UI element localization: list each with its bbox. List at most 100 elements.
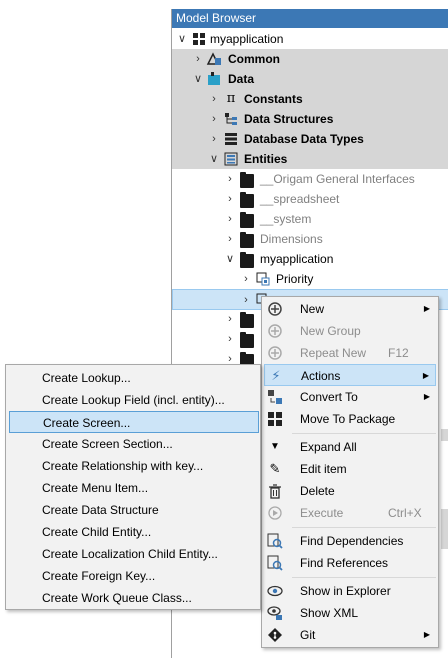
find-references-icon (267, 555, 283, 571)
chevron-right-icon[interactable]: › (224, 189, 236, 209)
menu-item-execute[interactable]: Execute Ctrl+X (264, 502, 436, 524)
chevron-right-icon[interactable]: › (224, 169, 236, 189)
tree-node-label: Constants (244, 92, 303, 106)
entity-icon (256, 272, 270, 286)
tree-node-root[interactable]: ∨ myapplication (172, 29, 448, 49)
submenu-arrow-icon: ▶ (423, 392, 430, 401)
chevron-down-icon[interactable]: ∨ (192, 69, 204, 89)
data-icon (206, 72, 220, 86)
folder-icon (240, 192, 254, 208)
chevron-right-icon[interactable]: › (208, 129, 220, 149)
menu-item-find-references[interactable]: Find References (264, 552, 436, 574)
chevron-right-icon[interactable]: › (224, 309, 236, 329)
menu-item-edit-item[interactable]: ✎ Edit item (264, 458, 436, 480)
common-icon (206, 52, 221, 66)
lightning-icon: ⚡ (271, 368, 281, 383)
menu-item-actions[interactable]: ⚡ Actions ▶ (264, 364, 436, 386)
package-icon (192, 32, 206, 46)
menu-item-move-to-package[interactable]: Move To Package (264, 408, 436, 430)
tree-row-background (441, 509, 448, 549)
chevron-right-icon[interactable]: › (240, 290, 252, 310)
pi-icon: π (226, 91, 236, 106)
tree-node-constants[interactable]: › π Constants (172, 89, 448, 109)
tree-node-label: Database Data Types (244, 132, 364, 146)
submenu-item-create-menu-item[interactable]: Create Menu Item... (9, 477, 259, 499)
package-icon (267, 411, 283, 427)
tree-row-background (441, 429, 448, 441)
menu-item-new-group[interactable]: New Group (264, 320, 436, 342)
tree-node-label: Entities (244, 152, 288, 166)
chevron-right-icon[interactable]: › (224, 329, 236, 349)
tree-node-origam-general-interfaces[interactable]: › __Origam General Interfaces (172, 169, 448, 189)
new-icon (267, 301, 283, 317)
menu-item-show-in-explorer[interactable]: Show in Explorer (264, 580, 436, 602)
chevron-down-icon[interactable]: ∨ (224, 249, 236, 269)
expand-icon: ▼ (270, 441, 280, 452)
menu-item-find-dependencies[interactable]: Find Dependencies (264, 530, 436, 552)
tree-node-label: Priority (276, 272, 314, 286)
submenu-item-create-screen-section[interactable]: Create Screen Section... (9, 433, 259, 455)
context-menu: New ▶ New Group Repeat New F12 ⚡ Actions… (261, 296, 439, 648)
actions-submenu: Create Lookup... Create Lookup Field (in… (5, 364, 261, 610)
submenu-arrow-icon: ▶ (423, 304, 430, 313)
folder-icon (240, 312, 254, 328)
menu-item-show-xml[interactable]: Show XML (264, 602, 436, 624)
submenu-item-create-relationship[interactable]: Create Relationship with key... (9, 455, 259, 477)
menu-separator (292, 433, 436, 434)
submenu-item-create-lookup-field[interactable]: Create Lookup Field (incl. entity)... (9, 389, 259, 411)
folder-icon (240, 252, 254, 268)
submenu-item-create-data-structure[interactable]: Create Data Structure (9, 499, 259, 521)
tree-node-data-structures[interactable]: › Data Structures (172, 109, 448, 129)
chevron-right-icon[interactable]: › (208, 89, 220, 109)
pencil-icon: ✎ (269, 461, 281, 476)
folder-icon (240, 212, 254, 228)
menu-item-delete[interactable]: Delete (264, 480, 436, 502)
chevron-right-icon[interactable]: › (240, 269, 252, 289)
tree-node-priority[interactable]: › Priority (172, 269, 448, 289)
tree-node-label: myapplication (260, 252, 334, 266)
folder-icon (240, 172, 254, 188)
submenu-item-create-localization-child-entity[interactable]: Create Localization Child Entity... (9, 543, 259, 565)
tree-node-myapplication-folder[interactable]: ∨ myapplication (172, 249, 448, 269)
chevron-right-icon[interactable]: › (224, 209, 236, 229)
submenu-item-create-foreign-key[interactable]: Create Foreign Key... (9, 565, 259, 587)
eye-icon (267, 583, 283, 599)
folder-icon (240, 332, 254, 348)
submenu-arrow-icon: ▶ (423, 630, 430, 639)
tree-node-label: myapplication (210, 32, 284, 46)
data-structure-icon (224, 112, 238, 126)
tree-node-label: Dimensions (260, 232, 323, 246)
menu-item-repeat-new[interactable]: Repeat New F12 (264, 342, 436, 364)
tree-node-label: Data Structures (244, 112, 334, 126)
tree-node-entities[interactable]: ∨ Entities (172, 149, 448, 169)
database-types-icon (224, 132, 238, 146)
entity-icon (224, 152, 238, 166)
model-browser-title: Model Browser (172, 9, 448, 28)
tree-node-data[interactable]: ∨ Data (172, 69, 448, 89)
menu-item-new[interactable]: New ▶ (264, 298, 436, 320)
tree-node-system[interactable]: › __system (172, 209, 448, 229)
tree-node-common[interactable]: › Common (172, 49, 448, 69)
tree-node-label: __spreadsheet (260, 192, 340, 206)
menu-item-expand-all[interactable]: ▼ Expand All (264, 436, 436, 458)
chevron-right-icon[interactable]: › (208, 109, 220, 129)
find-dependencies-icon (267, 533, 283, 549)
chevron-down-icon[interactable]: ∨ (176, 29, 188, 49)
execute-icon (267, 505, 283, 521)
submenu-arrow-icon: ▶ (422, 371, 429, 380)
submenu-item-create-lookup[interactable]: Create Lookup... (9, 367, 259, 389)
chevron-right-icon[interactable]: › (192, 49, 204, 69)
git-icon (267, 627, 283, 643)
tree-node-dimensions[interactable]: › Dimensions (172, 229, 448, 249)
tree-node-label: Common (228, 52, 280, 66)
menu-item-convert-to[interactable]: Convert To ▶ (264, 386, 436, 408)
submenu-item-create-child-entity[interactable]: Create Child Entity... (9, 521, 259, 543)
submenu-item-create-screen[interactable]: Create Screen... (9, 411, 259, 433)
tree-node-spreadsheet[interactable]: › __spreadsheet (172, 189, 448, 209)
chevron-down-icon[interactable]: ∨ (208, 149, 220, 169)
submenu-item-create-work-queue-class[interactable]: Create Work Queue Class... (9, 587, 259, 609)
menu-separator (292, 527, 436, 528)
menu-item-git[interactable]: Git ▶ (264, 624, 436, 646)
chevron-right-icon[interactable]: › (224, 229, 236, 249)
tree-node-database-data-types[interactable]: › Database Data Types (172, 129, 448, 149)
